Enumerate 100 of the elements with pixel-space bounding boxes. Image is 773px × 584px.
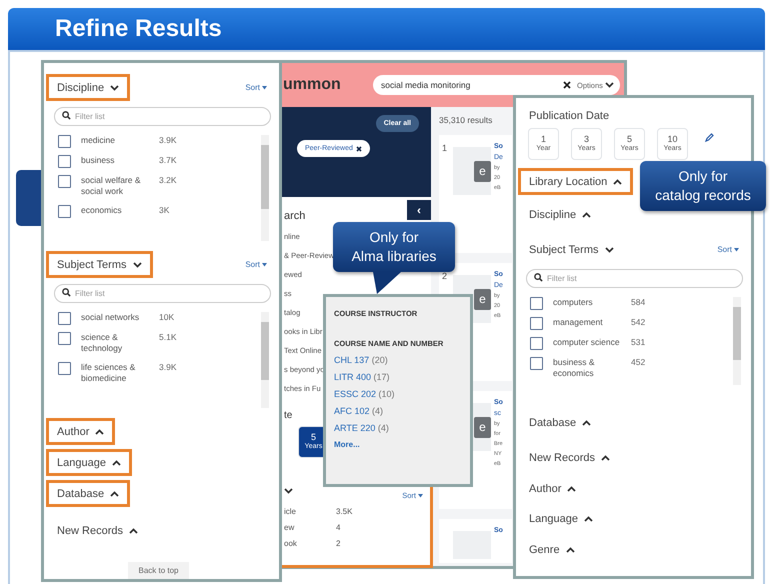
caret-icon: [734, 248, 739, 252]
checkbox[interactable]: [58, 135, 71, 148]
chevron-up-icon: [129, 528, 138, 534]
checkbox[interactable]: [58, 204, 71, 218]
course-link[interactable]: ESSC 202: [334, 389, 376, 399]
facet-heading[interactable]: Library Location: [518, 168, 634, 195]
facet-heading[interactable]: Genre: [518, 536, 586, 563]
caret-icon: [418, 494, 423, 498]
facet-heading[interactable]: New Records: [518, 444, 622, 471]
collapse-button[interactable]: ‹: [407, 200, 431, 220]
chevron-down-icon: [284, 488, 293, 494]
facet-heading[interactable]: Subject Terms: [518, 236, 624, 263]
facet-heading[interactable]: Database: [46, 480, 130, 507]
chevron-up-icon: [582, 212, 592, 218]
filter-field[interactable]: Filter list: [54, 107, 271, 126]
chevron-up-icon: [112, 460, 121, 466]
checkbox[interactable]: [530, 297, 543, 310]
facet-heading[interactable]: Subject Terms: [46, 251, 152, 278]
checkbox[interactable]: [530, 337, 543, 350]
facet-label: business: [81, 155, 116, 166]
slide-title: Refine Results: [55, 15, 222, 43]
facet-count: 3.9K: [159, 135, 178, 145]
close-icon[interactable]: [356, 146, 362, 152]
facet-count: 10K: [159, 312, 176, 322]
filter-field[interactable]: Filter list: [54, 284, 271, 303]
facet-heading[interactable]: New Records: [46, 517, 150, 544]
sort-link[interactable]: Sort: [245, 260, 271, 269]
search-icon: [62, 111, 71, 120]
facet-count: 542: [631, 317, 646, 327]
course-count: (20): [372, 355, 388, 365]
sort-link[interactable]: Sort: [245, 83, 271, 92]
logo-text: ummon: [283, 76, 342, 94]
facet-count: 452: [631, 357, 646, 367]
facet-heading[interactable]: Author: [46, 418, 116, 445]
facet-label: social welfare & social work: [81, 175, 142, 198]
facet-heading[interactable]: Author: [518, 475, 588, 502]
facet-label: computer science: [553, 337, 621, 348]
facet-label: icle: [284, 507, 298, 516]
pencil-icon[interactable]: [704, 132, 714, 143]
close-icon[interactable]: [563, 81, 572, 89]
facet-count: 2: [336, 539, 342, 548]
course-count: (4): [378, 423, 389, 433]
checkbox[interactable]: [58, 175, 71, 188]
scrollbar[interactable]: [261, 135, 269, 241]
facet-heading: Publication Date: [529, 110, 610, 122]
chevron-up-icon: [566, 546, 575, 552]
back-to-top-button[interactable]: Back to top: [128, 562, 189, 579]
section-heading: te: [284, 410, 292, 421]
facet-heading[interactable]: Discipline: [518, 201, 602, 228]
course-link[interactable]: CHL 137: [334, 355, 370, 365]
course-count: (10): [378, 389, 395, 399]
scrollbar[interactable]: [733, 297, 741, 385]
facet-heading[interactable]: Language: [46, 449, 132, 476]
chevron-up-icon: [110, 490, 120, 496]
facet-count: 3K: [159, 204, 170, 215]
chevron-up-icon: [582, 420, 592, 426]
checkbox[interactable]: [530, 357, 543, 370]
facet-label: medicine: [81, 135, 116, 146]
section-heading: arch: [284, 209, 306, 223]
course-link[interactable]: ARTE 220: [334, 423, 376, 433]
chevron-up-icon: [584, 516, 593, 522]
course-link[interactable]: LITR 400: [334, 372, 372, 382]
chevron-up-icon: [613, 178, 622, 184]
scrollbar[interactable]: [261, 312, 269, 408]
facet-heading[interactable]: Discipline: [46, 74, 130, 101]
checkbox[interactable]: [58, 332, 71, 345]
facet-label: science & technology: [81, 332, 124, 355]
ebook-icon: e: [474, 160, 491, 182]
facet-label: social networks: [81, 312, 140, 324]
course-count: (4): [372, 406, 384, 416]
ebook-icon: e: [474, 416, 491, 438]
facet-label: ook: [284, 539, 298, 548]
chevron-down-icon: [110, 84, 120, 90]
facet-label: management: [553, 317, 604, 328]
facet-count: 3.9K: [159, 362, 178, 372]
checkbox[interactable]: [530, 317, 543, 330]
search-icon: [62, 288, 71, 297]
course-link[interactable]: AFC 102: [334, 406, 370, 416]
facet-count: 3.2K: [159, 175, 178, 185]
facet-count: 3.7K: [159, 155, 178, 165]
checkbox[interactable]: [58, 362, 71, 375]
results-count: 35,310 results: [439, 115, 492, 125]
facet-count: 584: [631, 297, 646, 307]
facet-label: economics: [81, 204, 123, 216]
facet-label: ew: [284, 523, 296, 532]
course-count: (17): [374, 372, 390, 382]
checkbox[interactable]: [58, 155, 71, 168]
callout: Only for catalog records: [640, 161, 766, 211]
facet-count: 3.5K: [336, 507, 354, 516]
checkbox[interactable]: [58, 312, 71, 325]
search-icon: [534, 273, 543, 282]
facet-count: 531: [631, 337, 646, 347]
facet-count: 5.1K: [159, 332, 178, 342]
facet-label: computers: [553, 297, 594, 308]
sort-link[interactable]: Sort: [717, 245, 743, 254]
filter-field[interactable]: Filter list: [526, 269, 743, 288]
facet-heading[interactable]: Language: [518, 505, 604, 532]
facet-label: life sciences & biomedicine: [81, 362, 136, 385]
facet-heading[interactable]: Database: [518, 409, 602, 436]
chevron-up-icon: [567, 486, 576, 492]
